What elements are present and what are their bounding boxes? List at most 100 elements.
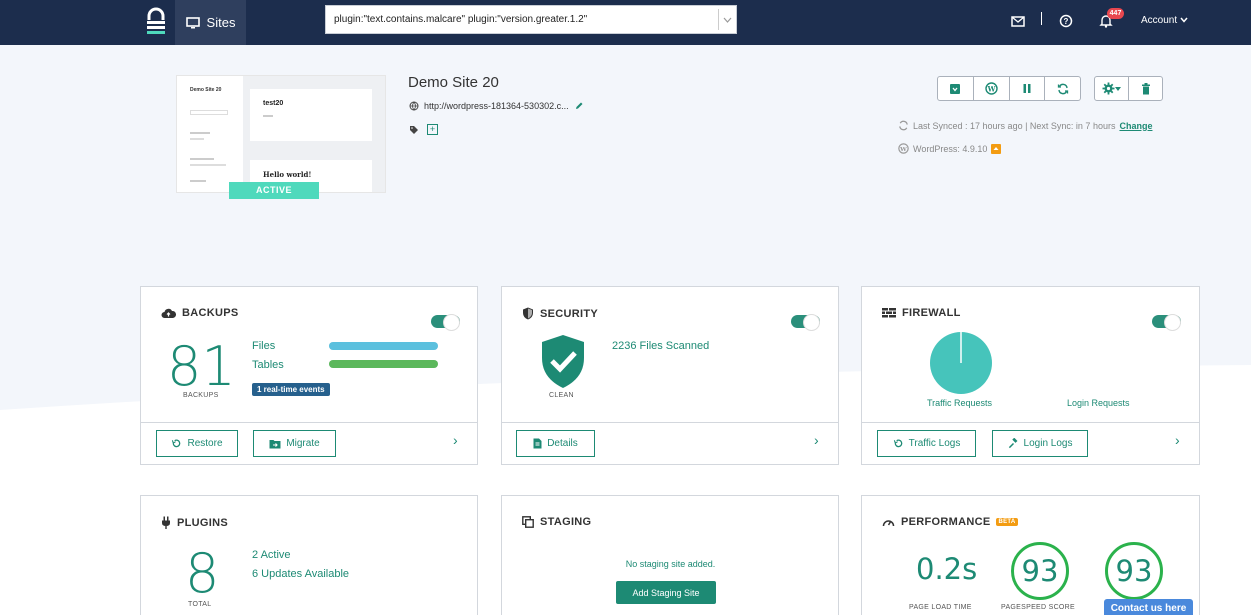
login-logs-label: Login Logs [1023, 438, 1073, 449]
archive-icon [950, 83, 961, 94]
add-tag-button[interactable]: + [427, 124, 438, 135]
wordpress-icon: W [898, 143, 909, 154]
backups-title: BACKUPS [182, 307, 239, 319]
refresh-icon [1057, 83, 1068, 94]
top-navbar: Sites ? 447 Account [0, 0, 1251, 45]
thumbnail-site-title: Demo Site 20 [190, 87, 222, 93]
caret-down-icon [1115, 86, 1121, 91]
search-box[interactable] [325, 5, 737, 34]
chevron-down-icon [1180, 17, 1188, 23]
plug-icon [162, 516, 170, 529]
backup-files-bar [329, 342, 438, 350]
backup-tables-label: Tables [252, 359, 284, 371]
wordpress-version: W WordPress: 4.9.10 [898, 143, 1002, 154]
trash-icon [1141, 82, 1150, 94]
site-url-row: http://wordpress-181364-530302.c... [409, 101, 584, 111]
files-scanned: 2236 Files Scanned [612, 340, 710, 352]
shield-icon [523, 307, 533, 320]
update-available-icon[interactable] [991, 143, 1002, 154]
firewall-title: FIREWALL [902, 307, 961, 319]
sites-tab-label: Sites [206, 15, 236, 30]
search-dropdown-toggle[interactable] [718, 9, 736, 30]
plugins-card: PLUGINS 8 TOTAL 2 Active 6 Updates Avail… [140, 495, 478, 615]
security-card-title: SECURITY [522, 307, 598, 320]
thumbnail-post-title: test20 [263, 100, 284, 107]
backup-files-label: Files [252, 340, 276, 352]
sites-tab[interactable]: Sites [175, 0, 246, 45]
pencil-icon[interactable] [574, 101, 584, 111]
change-sync-link[interactable]: Change [1119, 121, 1152, 131]
page-load-time-label: PAGE LOAD TIME [909, 604, 972, 611]
secondary-score-gauge: 93 [1105, 542, 1163, 600]
restore-icon [172, 439, 181, 448]
sync-button[interactable] [1045, 77, 1080, 100]
backup-now-button[interactable] [938, 77, 974, 100]
backups-card-title: BACKUPS [161, 307, 239, 319]
document-icon [533, 438, 542, 449]
performance-title: PERFORMANCE [901, 516, 991, 528]
header-separator [1041, 12, 1042, 25]
folder-move-icon [269, 439, 281, 448]
restore-button[interactable]: Restore [156, 430, 238, 457]
firewall-card-title: FIREWALL [882, 307, 961, 319]
account-menu[interactable]: Account [1141, 15, 1188, 26]
staging-title: STAGING [540, 516, 592, 528]
backups-toggle[interactable] [431, 314, 460, 331]
restore-button-label: Restore [187, 438, 223, 449]
security-toggle[interactable] [791, 314, 820, 331]
pause-button[interactable] [1010, 77, 1046, 100]
security-title: SECURITY [540, 307, 599, 320]
migrate-button-label: Migrate [286, 438, 320, 449]
contact-us-button[interactable]: Contact us here [1104, 599, 1193, 615]
thumbnail-sidebar: Demo Site 20 [177, 76, 243, 192]
blogvault-logo[interactable] [140, 6, 172, 38]
firewall-card-divider [862, 422, 1199, 423]
plugins-title: PLUGINS [177, 516, 228, 529]
login-logs-button[interactable]: Login Logs [992, 430, 1088, 457]
security-chevron-icon[interactable]: › [814, 432, 819, 448]
plugins-count-label: TOTAL [188, 601, 212, 608]
account-label: Account [1141, 15, 1178, 26]
help-icon[interactable]: ? [1058, 13, 1074, 29]
performance-card-title: PERFORMANCE BETA [882, 516, 1018, 528]
pagespeed-score-gauge: 93 [1011, 542, 1069, 600]
realtime-events-badge[interactable]: 1 real-time events [252, 383, 330, 396]
backup-tables-track [329, 360, 438, 368]
security-details-button[interactable]: Details [516, 430, 595, 457]
settings-dropdown-button[interactable] [1095, 77, 1129, 100]
site-thumbnail[interactable]: Demo Site 20 test20 Hello world! [177, 76, 385, 192]
plugins-updates[interactable]: 6 Updates Available [252, 568, 349, 580]
site-url-link[interactable]: http://wordpress-181364-530302.c... [424, 101, 569, 111]
plugins-active: 2 Active [252, 549, 291, 561]
add-staging-site-button[interactable]: Add Staging Site [616, 581, 716, 604]
svg-text:W: W [986, 85, 995, 94]
login-requests-label: Login Requests [1067, 398, 1130, 408]
staging-card-title: STAGING [522, 516, 591, 528]
site-settings-group [1094, 76, 1163, 101]
sync-status-text: Last Synced : 17 hours ago | Next Sync: … [913, 120, 1116, 131]
traffic-logs-button[interactable]: Traffic Logs [877, 430, 976, 457]
search-input[interactable] [326, 6, 718, 33]
tag-icon [410, 125, 418, 134]
monitor-icon [185, 16, 200, 28]
plugins-count: 8 [185, 542, 220, 605]
backups-count-label: BACKUPS [183, 392, 219, 399]
backups-chevron-icon[interactable]: › [453, 432, 458, 448]
mail-icon[interactable] [1010, 13, 1026, 29]
staging-card: STAGING No staging site added. Add Stagi… [501, 495, 839, 615]
shield-check-icon [542, 335, 584, 388]
wordpress-version-text: WordPress: 4.9.10 [913, 143, 988, 154]
backups-card: BACKUPS 81 BACKUPS Files Tables 1 real-t… [140, 286, 478, 465]
firewall-card: FIREWALL Traffic Requests Login Requests… [861, 286, 1200, 465]
wp-admin-button[interactable]: W [974, 77, 1010, 100]
notification-badge: 447 [1107, 8, 1124, 19]
security-card: SECURITY CLEAN 2236 Files Scanned Detail… [501, 286, 839, 465]
pagespeed-score-label: PAGESPEED SCORE [1001, 604, 1076, 611]
performance-card: PERFORMANCE BETA 0.2s PAGE LOAD TIME 93 … [861, 495, 1200, 615]
firewall-toggle[interactable] [1152, 314, 1181, 331]
chevron-down-icon [723, 17, 732, 23]
firewall-chevron-icon[interactable]: › [1175, 432, 1180, 448]
migrate-button[interactable]: Migrate [253, 430, 336, 457]
cloud-upload-icon [161, 308, 176, 318]
delete-site-button[interactable] [1129, 77, 1162, 100]
